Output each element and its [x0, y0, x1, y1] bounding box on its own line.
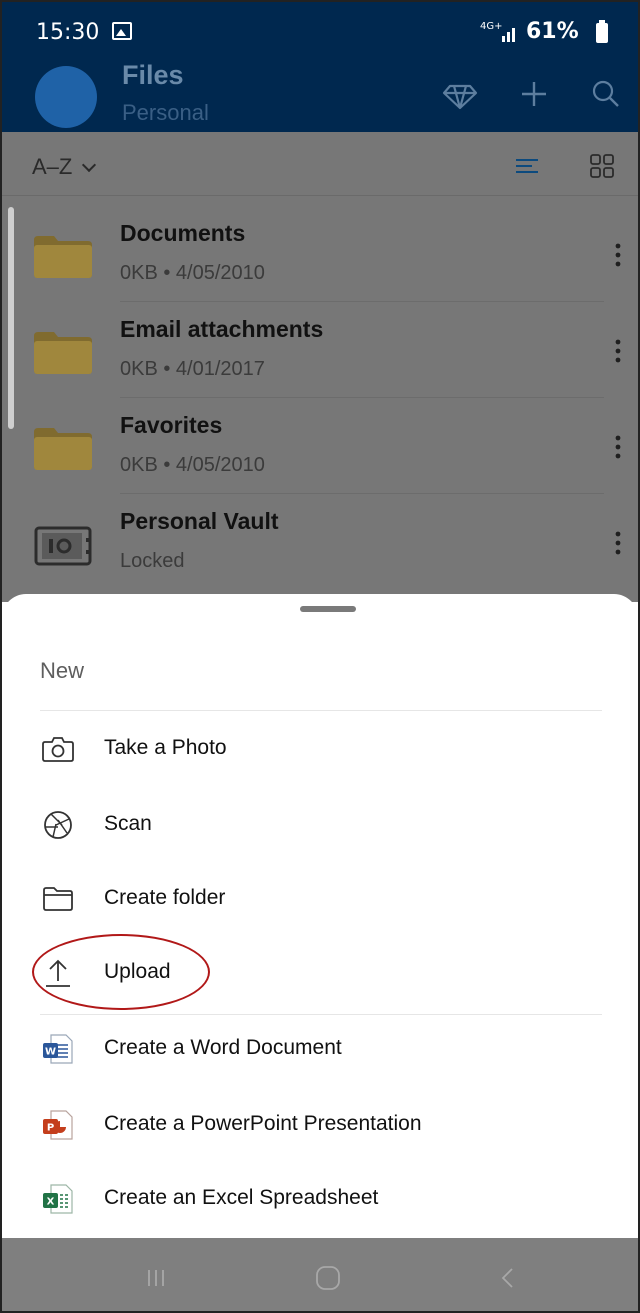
svg-text:W: W	[45, 1047, 56, 1058]
aperture-icon	[40, 807, 76, 843]
upload-highlight-annotation	[32, 934, 210, 1010]
menu-item-label: Create an Excel Spreadsheet	[104, 1186, 379, 1209]
file-meta: 0KB • 4/05/2010	[120, 454, 265, 476]
back-icon[interactable]	[492, 1262, 524, 1294]
file-row-documents[interactable]: Documents 0KB • 4/05/2010	[2, 206, 638, 302]
app-bar: Files Personal	[2, 60, 638, 132]
chevron-down-icon	[82, 157, 97, 173]
excel-icon: X	[40, 1181, 76, 1217]
add-icon[interactable]	[512, 72, 556, 116]
network-indicator: 4G+	[480, 21, 503, 32]
svg-text:P: P	[47, 1123, 54, 1134]
gallery-notification-icon	[112, 22, 132, 40]
folder-icon	[34, 236, 92, 278]
page-subtitle: Personal	[122, 100, 209, 125]
menu-item-label: Create folder	[104, 886, 226, 909]
more-options-icon[interactable]	[608, 432, 628, 462]
create-excel-item[interactable]: X Create an Excel Spreadsheet	[2, 1164, 638, 1234]
file-name: Documents	[120, 220, 246, 246]
file-meta: Locked	[120, 550, 185, 572]
divider	[2, 195, 638, 196]
more-options-icon[interactable]	[608, 336, 628, 366]
menu-item-label: Take a Photo	[104, 736, 227, 759]
menu-item-label: Scan	[104, 812, 152, 835]
status-time: 15:30	[36, 20, 100, 45]
battery-icon	[596, 20, 608, 43]
file-row-favorites[interactable]: Favorites 0KB • 4/05/2010	[2, 398, 638, 494]
scrollbar[interactable]	[8, 207, 14, 429]
signal-icon	[502, 24, 518, 42]
file-name: Personal Vault	[120, 508, 279, 534]
word-icon: W	[40, 1031, 76, 1067]
status-bar: 15:30 4G+ 61%	[2, 2, 638, 60]
file-row-personal-vault[interactable]: Personal Vault Locked	[2, 494, 638, 590]
create-word-item[interactable]: W Create a Word Document	[2, 1014, 638, 1084]
camera-icon	[40, 731, 76, 767]
grid-view-icon[interactable]	[586, 150, 618, 182]
premium-diamond-icon[interactable]	[438, 72, 482, 116]
folder-icon	[34, 332, 92, 374]
page-title: Files	[122, 60, 184, 90]
avatar[interactable]	[35, 66, 97, 128]
more-options-icon[interactable]	[608, 528, 628, 558]
new-bottom-sheet: New Take a Photo Scan Create folder Uplo	[2, 594, 638, 1238]
vault-icon	[34, 524, 92, 566]
screen: 15:30 4G+ 61% Files Personal A–Z Documen…	[0, 0, 640, 1313]
file-list-area: A–Z Documents 0KB • 4/05/2010 Email atta…	[2, 132, 638, 602]
sheet-drag-handle[interactable]	[300, 606, 356, 612]
list-view-icon[interactable]	[512, 150, 544, 182]
folder-outline-icon	[40, 881, 76, 917]
file-meta: 0KB • 4/05/2010	[120, 262, 265, 284]
file-name: Email attachments	[120, 316, 324, 342]
menu-item-label: Create a PowerPoint Presentation	[104, 1112, 422, 1135]
scan-item[interactable]: Scan	[2, 790, 638, 860]
divider	[40, 710, 602, 711]
search-icon[interactable]	[584, 72, 628, 116]
powerpoint-icon: P	[40, 1107, 76, 1143]
svg-text:X: X	[47, 1197, 55, 1208]
folder-icon	[34, 428, 92, 470]
more-options-icon[interactable]	[608, 240, 628, 270]
home-icon[interactable]	[312, 1262, 344, 1294]
recent-apps-icon[interactable]	[140, 1262, 172, 1294]
system-nav-bar	[2, 1238, 638, 1311]
file-name: Favorites	[120, 412, 223, 438]
file-meta: 0KB • 4/01/2017	[120, 358, 265, 380]
sheet-title: New	[40, 658, 85, 683]
create-folder-item[interactable]: Create folder	[2, 864, 638, 934]
file-row-email-attachments[interactable]: Email attachments 0KB • 4/01/2017	[2, 302, 638, 398]
battery-percent: 61%	[526, 19, 579, 44]
sort-bar: A–Z	[2, 132, 638, 196]
create-powerpoint-item[interactable]: P Create a PowerPoint Presentation	[2, 1090, 638, 1160]
menu-item-label: Create a Word Document	[104, 1036, 342, 1059]
sort-label: A–Z	[32, 154, 73, 179]
take-photo-item[interactable]: Take a Photo	[2, 714, 638, 784]
sort-button[interactable]: A–Z	[32, 154, 97, 180]
